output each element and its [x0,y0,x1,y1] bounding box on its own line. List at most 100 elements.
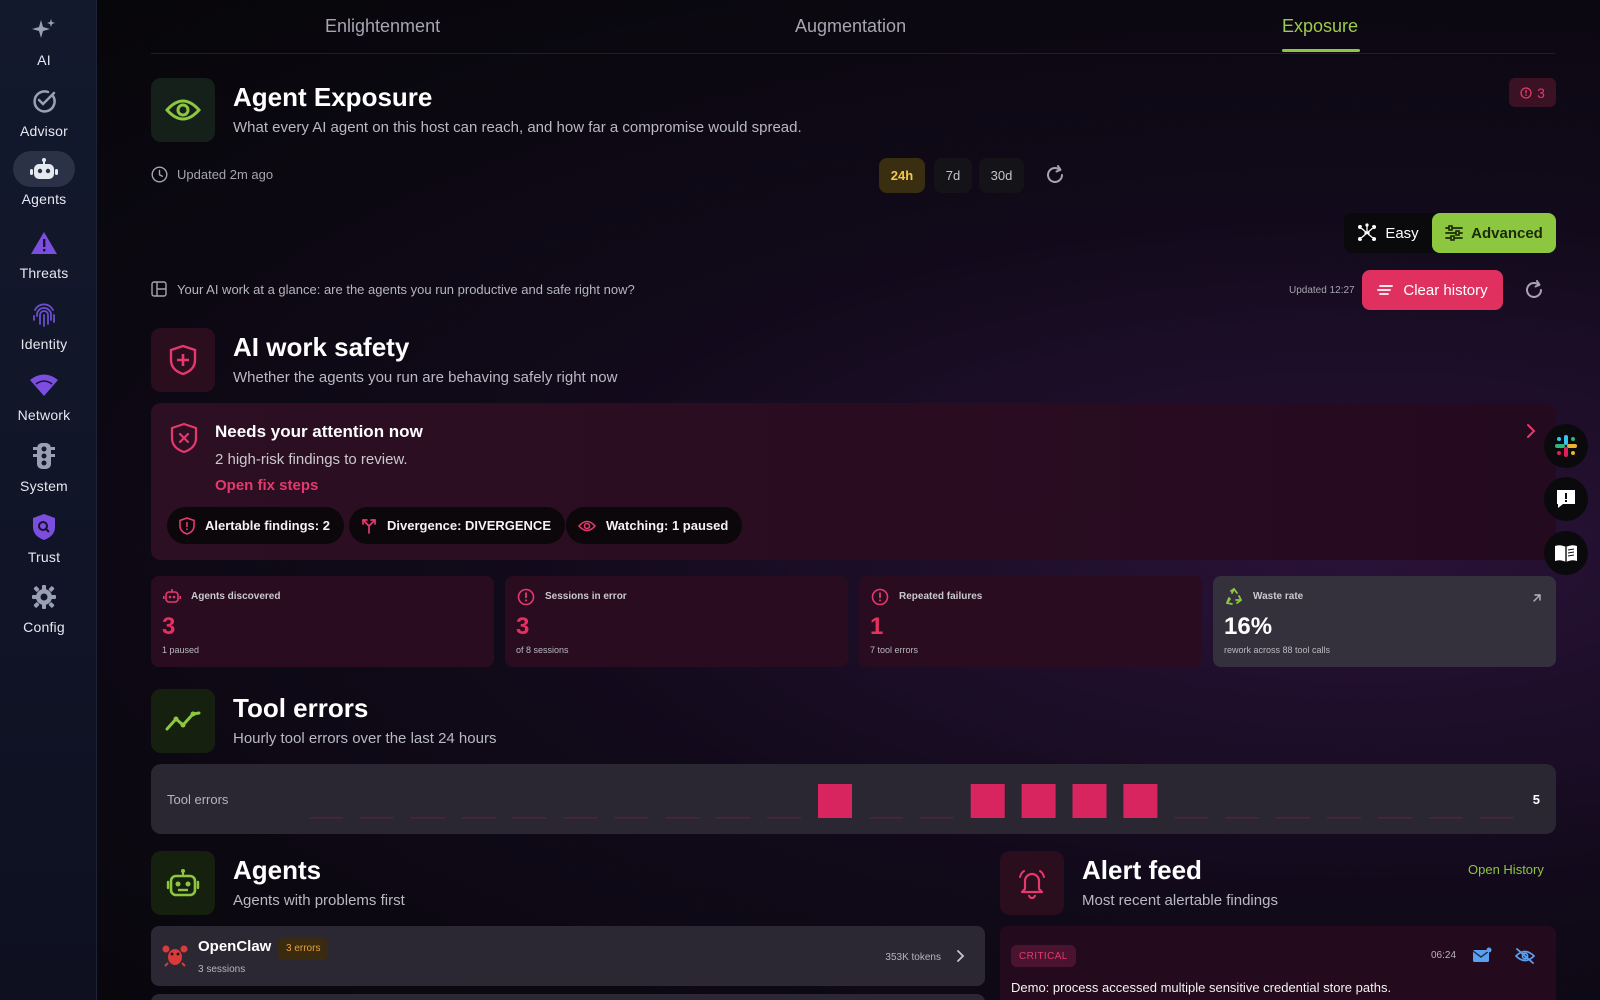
chip-label: Watching: 1 paused [606,518,729,533]
stat-note: of 8 sessions [516,645,569,655]
recycle-icon [1225,588,1243,611]
tab-augmentation[interactable]: Augmentation [795,16,906,37]
chevron-right-icon[interactable] [956,949,965,968]
clock-icon [151,166,168,183]
advanced-mode-button[interactable]: Advanced [1432,213,1556,253]
chip-label: Alertable findings: 2 [205,518,330,533]
error-bar-empty [563,817,598,819]
agent-row[interactable] [151,994,985,1000]
alert-count-badge[interactable]: 3 [1509,78,1556,107]
layout-icon [151,281,167,297]
easy-label: Easy [1385,224,1419,242]
stat-card-sessions-in-error[interactable]: Sessions in error 3 of 8 sessions [505,576,848,667]
error-bar-empty [1276,817,1311,819]
refresh-icon[interactable] [1523,279,1545,301]
range-30d-button[interactable]: 30d [979,158,1024,193]
error-bar-empty [1225,817,1260,819]
sidebar-item-system[interactable]: System [0,438,88,502]
glance-updated: Updated 12:27 [1289,285,1355,296]
sidebar-item-agents[interactable]: Agents [13,151,75,215]
stat-card-agents-discovered[interactable]: Agents discovered 3 1 paused [151,576,494,667]
error-bar-empty [665,817,700,819]
sidebar-item-network[interactable]: Network [0,367,88,431]
severity-badge: CRITICAL [1011,945,1076,967]
tab-enlightenment[interactable]: Enlightenment [325,16,440,37]
stat-value: 16% [1224,613,1273,640]
sidebar-item-label: System [20,478,68,494]
open-fix-steps-link[interactable]: Open fix steps [215,477,318,494]
error-bar-empty [919,817,954,819]
range-24h-button[interactable]: 24h [879,158,925,193]
sidebar-item-label: Threats [19,265,69,281]
open-history-link[interactable]: Open History [1468,862,1544,877]
book-icon[interactable] [1544,531,1588,575]
tool-errors-subtitle: Hourly tool errors over the last 24 hour… [233,730,497,747]
error-bar-empty [461,817,496,819]
attention-text: 2 high-risk findings to review. [215,451,408,468]
top-tabs: Enlightenment Augmentation Exposure [151,0,1555,54]
chevron-right-icon[interactable] [1526,423,1536,444]
updated-text: Updated 2m ago [177,167,274,182]
agent-row-openclaw[interactable]: OpenClaw 3 errors 3 sessions 353K tokens [151,926,985,986]
mail-icon[interactable] [1472,947,1492,968]
shield-x-icon [170,422,198,459]
stat-value: 1 [870,613,884,640]
stat-label: Sessions in error [545,591,627,602]
error-bar-empty [767,817,802,819]
glance-text: Your AI work at a glance: are the agents… [177,281,635,297]
stat-card-waste-rate[interactable]: Waste rate 16% rework across 88 tool cal… [1213,576,1556,667]
agent-name: OpenClaw [198,938,272,955]
error-bar [818,784,852,818]
shield-plus-icon [151,328,215,392]
gear-icon [13,579,75,615]
clear-history-button[interactable]: Clear history [1362,270,1503,310]
sidebar-item-label: Advisor [19,123,69,139]
alert-feed-title: Alert feed [1082,855,1202,885]
agents-subtitle: Agents with problems first [233,892,405,909]
refresh-icon[interactable] [1044,164,1068,188]
alert-feed-subtitle: Most recent alertable findings [1082,892,1278,909]
error-bar-empty [614,817,649,819]
attention-card[interactable]: Needs your attention now 2 high-risk fin… [151,403,1556,560]
bell-icon [1000,851,1064,915]
stat-value: 3 [516,613,530,640]
watching-chip[interactable]: Watching: 1 paused [566,507,743,544]
error-bar-empty [309,817,343,819]
stat-note: 7 tool errors [870,645,919,655]
page-subtitle: What every AI agent on this host can rea… [233,119,802,136]
tab-exposure[interactable]: Exposure [1282,16,1358,37]
agent-sessions: 3 sessions [198,964,246,975]
sidebar-item-identity[interactable]: Identity [0,296,88,360]
external-arrow-icon[interactable] [1532,590,1542,608]
stat-note: 1 paused [162,645,200,655]
sidebar-item-ai[interactable]: AI [0,12,88,76]
error-bar-empty [1377,817,1412,819]
sparkles-icon [13,12,75,48]
sidebar-item-label: Config [23,619,65,635]
agent-error-badge: 3 errors [278,937,329,960]
sidebar-item-threats[interactable]: Threats [0,225,88,289]
stat-note: rework across 88 tool calls [1224,645,1331,655]
sidebar-item-label: Trust [27,549,61,565]
stat-value: 3 [162,613,176,640]
clear-history-label: Clear history [1403,281,1488,299]
range-7d-button[interactable]: 7d [934,158,972,193]
sidebar-item-trust[interactable]: Trust [0,509,88,573]
agent-tokens: 353K tokens [885,952,941,963]
alert-item[interactable]: CRITICAL 06:24 Demo: process accessed mu… [1000,926,1556,1000]
error-bar [1021,784,1056,818]
sliders-icon [1445,225,1464,241]
slack-icon[interactable] [1544,424,1588,468]
feedback-icon[interactable] [1544,477,1588,521]
stat-card-repeated-failures[interactable]: Repeated failures 1 7 tool errors [859,576,1202,667]
alertable-findings-chip[interactable]: Alertable findings: 2 [167,507,344,544]
error-bar-empty [359,817,394,819]
easy-mode-button[interactable]: Easy [1344,213,1432,253]
hide-icon[interactable] [1514,947,1536,970]
sidebar-item-config[interactable]: Config [0,579,88,643]
robot-icon [163,588,181,609]
divergence-chip[interactable]: Divergence: DIVERGENCE [349,507,565,544]
sidebar-item-advisor[interactable]: Advisor [0,83,88,147]
error-bar-empty [1174,817,1209,819]
error-bar-empty [1479,817,1514,819]
